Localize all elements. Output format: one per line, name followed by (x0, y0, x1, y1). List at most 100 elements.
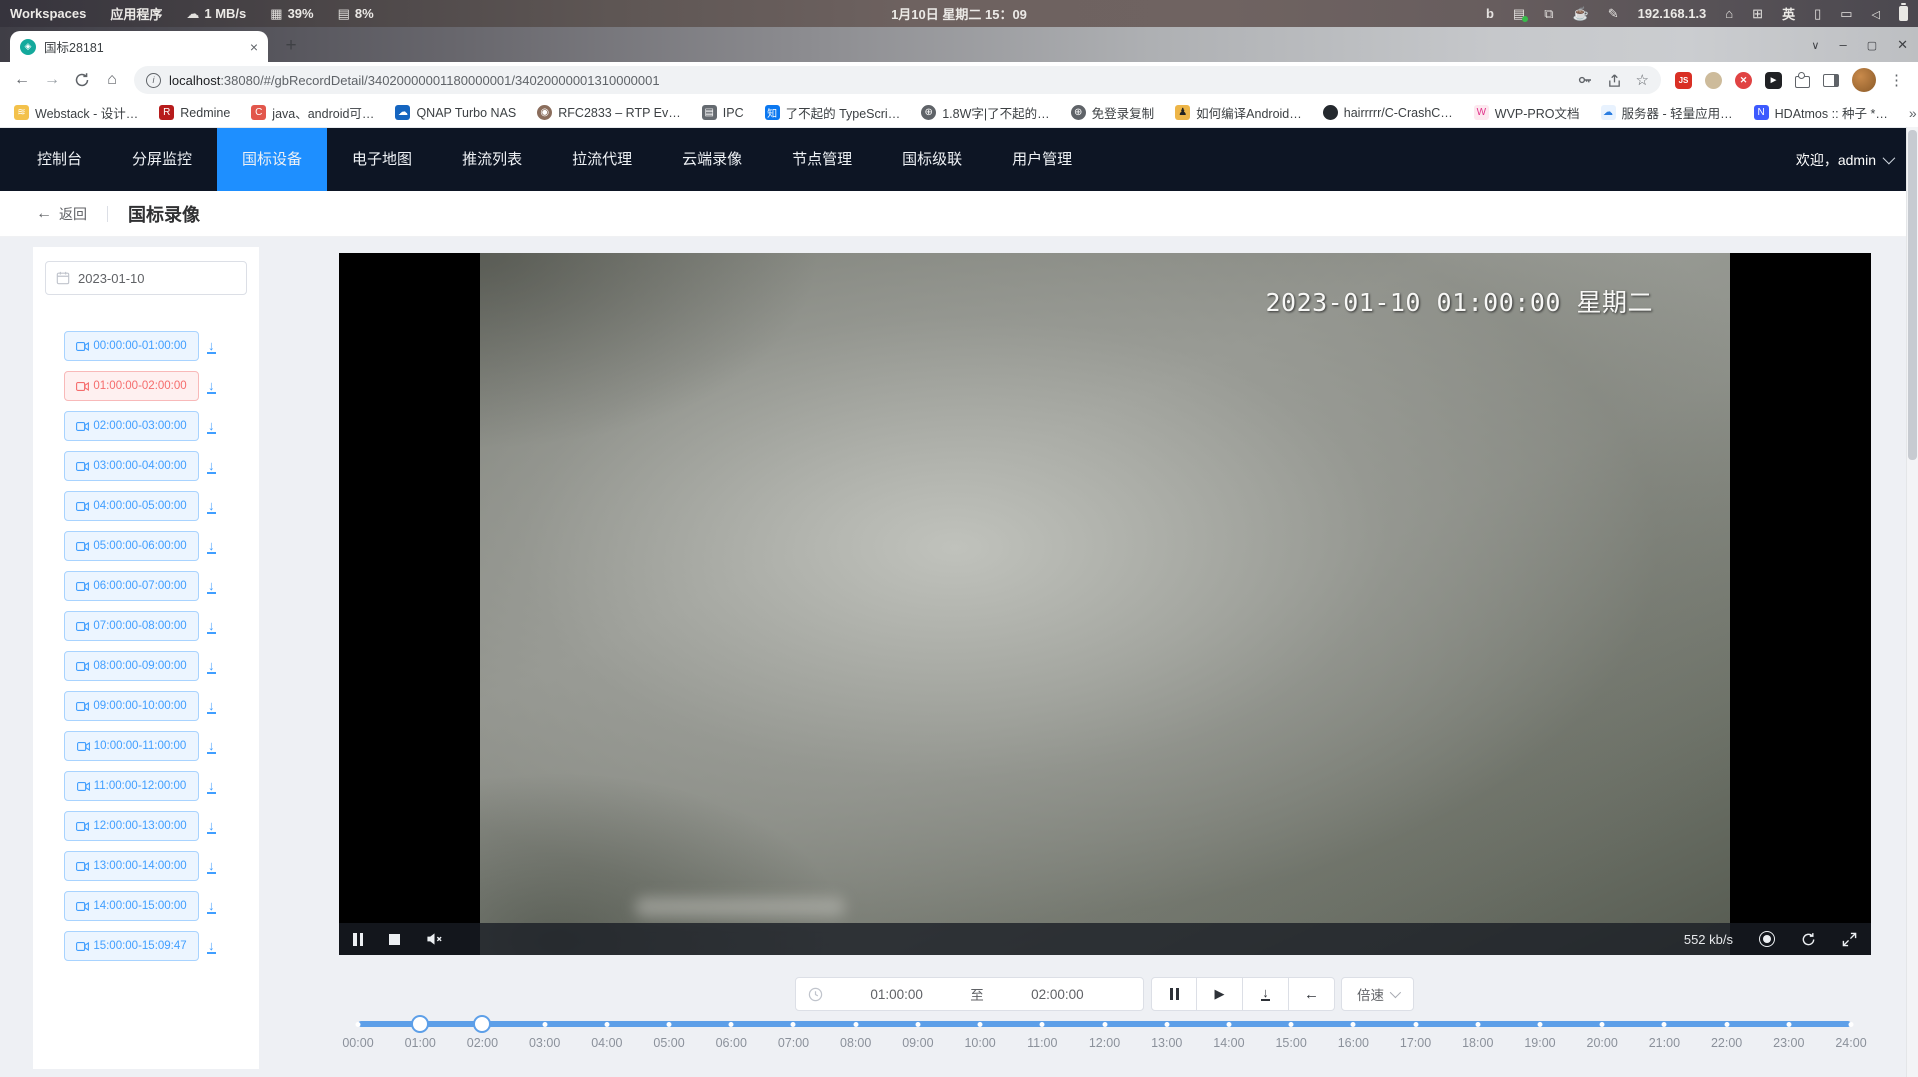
side-panel-icon[interactable] (1823, 74, 1839, 87)
back-link[interactable]: 返回 (59, 204, 87, 224)
record-download-button[interactable] (207, 538, 216, 554)
bookmark-item[interactable]: ≋ Webstack - 设计… (14, 103, 138, 122)
volume-tray-icon[interactable] (1872, 6, 1880, 21)
bookmark-item[interactable]: ⊕ 1.8W字|了不起的… (921, 103, 1049, 122)
record-time-button[interactable]: 09:00:00-10:00:00 (64, 691, 199, 721)
profile-avatar[interactable] (1852, 68, 1876, 92)
record-download-button[interactable] (207, 418, 216, 434)
bookmark-item[interactable]: R Redmine (159, 105, 230, 120)
seek-back-button[interactable] (1289, 977, 1335, 1011)
record-time-button[interactable]: 02:00:00-03:00:00 (64, 411, 199, 441)
record-download-button[interactable] (207, 938, 216, 954)
address-bar[interactable]: localhost:38080/#/gbRecordDetail/3402000… (134, 66, 1661, 94)
windows-tray-icon[interactable] (1752, 6, 1763, 22)
extensions-puzzle-icon[interactable] (1795, 76, 1810, 88)
applications-button[interactable]: 应用程序 (110, 4, 162, 23)
record-download-button[interactable] (207, 818, 216, 834)
battery-icon[interactable] (1899, 6, 1908, 21)
start-time-value[interactable]: 01:00:00 (823, 987, 970, 1002)
record-download-button[interactable] (207, 778, 216, 794)
record-time-button[interactable]: 05:00:00-06:00:00 (64, 531, 199, 561)
bookmarks-overflow-button[interactable]: » (1909, 105, 1917, 121)
tab-close-icon[interactable] (250, 40, 258, 54)
workspaces-button[interactable]: Workspaces (10, 6, 86, 21)
nav-tab[interactable]: 拉流代理 (547, 128, 657, 191)
bookmark-item[interactable]: ☁ 服务器 - 轻量应用… (1601, 103, 1733, 122)
record-time-button[interactable]: 11:00:00-12:00:00 (64, 771, 199, 801)
timeline[interactable]: 00:0001:0002:0003:0004:0005:0006:0007:00… (358, 1012, 1851, 1072)
nav-tab[interactable]: 控制台 (12, 128, 107, 191)
browser-menu-icon[interactable] (1889, 71, 1904, 90)
extension-blocker-icon[interactable] (1735, 72, 1752, 89)
phone-tray-icon[interactable] (1814, 6, 1821, 22)
bookmark-item[interactable]: ▤ IPC (702, 105, 744, 120)
nav-tab[interactable]: 国标级联 (877, 128, 987, 191)
volume-muted-icon[interactable] (426, 932, 443, 946)
timeline-handle[interactable] (411, 1015, 429, 1033)
pause-button[interactable] (1151, 977, 1197, 1011)
clipboard-tray-icon[interactable] (1544, 6, 1553, 22)
colorpicker-tray-icon[interactable] (1608, 6, 1619, 22)
new-tab-button[interactable]: + (278, 33, 304, 59)
nav-tab[interactable]: 分屏监控 (107, 128, 217, 191)
bookmark-item[interactable]: ◉ RFC2833 – RTP Ev… (537, 105, 681, 120)
record-time-button[interactable]: 01:00:00-02:00:00 (64, 371, 199, 401)
record-download-button[interactable] (207, 498, 216, 514)
clock[interactable]: 1月10日 星期二 15：09 (891, 4, 1027, 23)
bookmark-item[interactable]: 知 了不起的 TypeScri… (765, 103, 901, 122)
back-button[interactable]: ← (8, 66, 36, 94)
user-menu[interactable]: 欢迎，admin (1796, 150, 1892, 170)
play-button[interactable] (1197, 977, 1243, 1011)
nav-tab[interactable]: 云端录像 (657, 128, 767, 191)
nav-tab[interactable]: 用户管理 (987, 128, 1097, 191)
record-download-button[interactable] (207, 618, 216, 634)
bookmark-item[interactable]: N HDAtmos :: 种子 *… (1754, 103, 1888, 122)
key-icon[interactable] (1577, 72, 1593, 88)
extension-monkey-icon[interactable] (1705, 72, 1722, 89)
record-download-button[interactable] (207, 338, 216, 354)
player-stop-icon[interactable] (389, 934, 400, 945)
bookmark-item[interactable]: W WVP-PRO文档 (1474, 103, 1580, 122)
record-time-button[interactable]: 13:00:00-14:00:00 (64, 851, 199, 881)
scrollbar-thumb[interactable] (1908, 130, 1917, 460)
bookmark-item[interactable]: ♟ 如何编译Android… (1175, 103, 1302, 122)
record-download-button[interactable] (207, 578, 216, 594)
extension-js-icon[interactable] (1675, 72, 1692, 89)
date-picker-input[interactable]: 2023-01-10 (45, 261, 247, 295)
share-icon[interactable] (1607, 73, 1622, 88)
record-download-button[interactable] (207, 858, 216, 874)
bookmark-item[interactable]: ⊕ 免登录复制 (1071, 103, 1155, 122)
input-method-indicator[interactable]: 英 (1782, 4, 1795, 23)
record-download-button[interactable] (207, 458, 216, 474)
nav-tab[interactable]: 节点管理 (767, 128, 877, 191)
time-range-picker[interactable]: 01:00:00 至 02:00:00 (795, 977, 1144, 1011)
bookmark-star-icon[interactable] (1636, 71, 1649, 90)
forward-button[interactable]: → (38, 66, 66, 94)
player-pause-icon[interactable] (353, 933, 363, 946)
record-time-button[interactable]: 14:00:00-15:00:00 (64, 891, 199, 921)
page-scrollbar[interactable] (1906, 127, 1918, 1077)
display-tray-icon[interactable] (1840, 6, 1852, 22)
timeline-handle[interactable] (473, 1015, 491, 1033)
record-download-button[interactable] (207, 898, 216, 914)
record-time-button[interactable]: 15:00:00-15:09:47 (64, 931, 199, 961)
speed-dropdown-button[interactable]: 倍速 (1341, 977, 1414, 1011)
nav-tab[interactable]: 电子地图 (327, 128, 437, 191)
fullscreen-icon[interactable] (1842, 932, 1857, 947)
record-download-button[interactable] (207, 698, 216, 714)
record-time-button[interactable]: 12:00:00-13:00:00 (64, 811, 199, 841)
browser-tab[interactable]: 国标28181 (10, 31, 268, 62)
record-time-button[interactable]: 10:00:00-11:00:00 (64, 731, 199, 761)
bookmark-item[interactable]: ☁ QNAP Turbo NAS (395, 105, 516, 120)
home-tray-icon[interactable] (1725, 6, 1733, 21)
reload-button[interactable] (68, 66, 96, 94)
snapshot-icon[interactable] (1759, 931, 1775, 947)
site-info-icon[interactable] (146, 73, 161, 88)
extension-player-icon[interactable] (1765, 72, 1782, 89)
record-time-button[interactable]: 07:00:00-08:00:00 (64, 611, 199, 641)
back-arrow-icon[interactable] (36, 205, 52, 223)
record-time-button[interactable]: 04:00:00-05:00:00 (64, 491, 199, 521)
record-download-button[interactable] (207, 738, 216, 754)
home-button[interactable]: ⌂ (98, 66, 126, 94)
notes-tray-icon[interactable] (1513, 6, 1525, 22)
